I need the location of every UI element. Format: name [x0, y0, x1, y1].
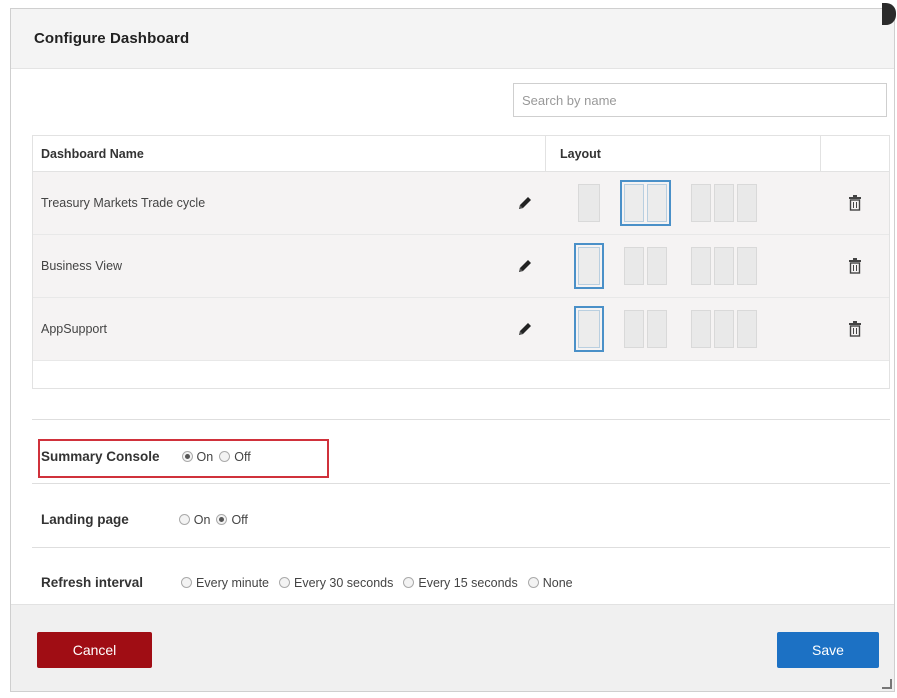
- radio-label: Off: [234, 449, 251, 464]
- table-header: Dashboard Name Layout: [33, 136, 889, 172]
- resize-handle-icon[interactable]: [882, 679, 892, 689]
- dashboard-table: Dashboard Name Layout Treasury Markets T…: [32, 135, 890, 389]
- layout-three-columns[interactable]: [687, 243, 761, 289]
- dashboard-name: AppSupport: [41, 322, 108, 336]
- layout-options: [546, 306, 821, 352]
- layout-one-column[interactable]: [574, 180, 604, 226]
- trash-icon[interactable]: [821, 258, 889, 274]
- layout-one-column[interactable]: [574, 243, 604, 289]
- radio-checked-icon: [181, 451, 193, 462]
- refresh-none-radio[interactable]: None: [527, 575, 573, 590]
- dialog-title: Configure Dashboard: [34, 30, 190, 47]
- radio-label: Every 15 seconds: [418, 575, 518, 590]
- search-input[interactable]: [513, 83, 887, 117]
- radio-unchecked-icon: [527, 577, 539, 588]
- layout-two-columns[interactable]: [620, 180, 671, 226]
- layout-options: [546, 243, 821, 289]
- column-header-layout: Layout: [546, 136, 821, 171]
- landing-page-setting: Landing page On Off: [41, 512, 248, 527]
- dialog-header: Configure Dashboard: [11, 9, 894, 69]
- divider: [32, 419, 890, 420]
- cancel-button[interactable]: Cancel: [37, 632, 152, 668]
- divider: [32, 483, 890, 484]
- column-header-actions: [821, 136, 889, 171]
- summary-console-on-radio[interactable]: On: [181, 449, 214, 464]
- refresh-interval-setting: Refresh interval Every minute Every 30 s…: [41, 575, 573, 590]
- layout-two-columns[interactable]: [620, 243, 671, 289]
- radio-label: On: [193, 512, 211, 527]
- radio-unchecked-icon: [178, 514, 190, 525]
- refresh-every-15-seconds-radio[interactable]: Every 15 seconds: [403, 575, 518, 590]
- radio-label: Every minute: [196, 575, 269, 590]
- layout-two-columns[interactable]: [620, 306, 671, 352]
- radio-unchecked-icon: [219, 451, 231, 462]
- save-button[interactable]: Save: [777, 632, 879, 668]
- radio-label: Every 30 seconds: [294, 575, 394, 590]
- landing-page-on-radio[interactable]: On: [178, 512, 211, 527]
- divider: [32, 547, 890, 548]
- refresh-every-minute-radio[interactable]: Every minute: [181, 576, 269, 590]
- layout-one-column[interactable]: [574, 306, 604, 352]
- configure-dashboard-dialog: Configure Dashboard Dashboard Name Layou…: [10, 3, 896, 692]
- radio-label: Off: [231, 512, 248, 527]
- column-header-name: Dashboard Name: [33, 136, 546, 171]
- refresh-every-30-seconds-radio[interactable]: Every 30 seconds: [279, 576, 393, 590]
- table-row: AppSupport: [33, 298, 889, 361]
- radio-unchecked-icon: [403, 577, 415, 588]
- layout-options: [546, 180, 821, 226]
- table-row: Treasury Markets Trade cycle: [33, 172, 889, 235]
- radio-unchecked-icon: [279, 577, 290, 588]
- radio-checked-icon: [216, 514, 228, 525]
- table-row: Business View: [33, 235, 889, 298]
- radio-unchecked-icon: [181, 577, 193, 588]
- dashboard-name: Treasury Markets Trade cycle: [41, 196, 206, 210]
- dashboard-name: Business View: [41, 259, 123, 273]
- pencil-icon[interactable]: [503, 321, 546, 337]
- summary-console-setting: Summary Console On Off: [41, 449, 251, 464]
- layout-three-columns[interactable]: [687, 306, 761, 352]
- summary-console-off-radio[interactable]: Off: [219, 449, 251, 464]
- summary-console-label: Summary Console: [41, 449, 160, 464]
- dialog-footer: Cancel Save: [11, 604, 894, 691]
- trash-icon[interactable]: [821, 321, 889, 337]
- radio-label: On: [196, 449, 214, 464]
- radio-label: None: [542, 575, 573, 590]
- trash-icon[interactable]: [821, 195, 889, 211]
- refresh-interval-label: Refresh interval: [41, 575, 144, 590]
- layout-three-columns[interactable]: [687, 180, 761, 226]
- landing-page-off-radio[interactable]: Off: [216, 512, 248, 527]
- pencil-icon[interactable]: [503, 258, 546, 274]
- pencil-icon[interactable]: [503, 195, 546, 211]
- landing-page-label: Landing page: [41, 512, 129, 527]
